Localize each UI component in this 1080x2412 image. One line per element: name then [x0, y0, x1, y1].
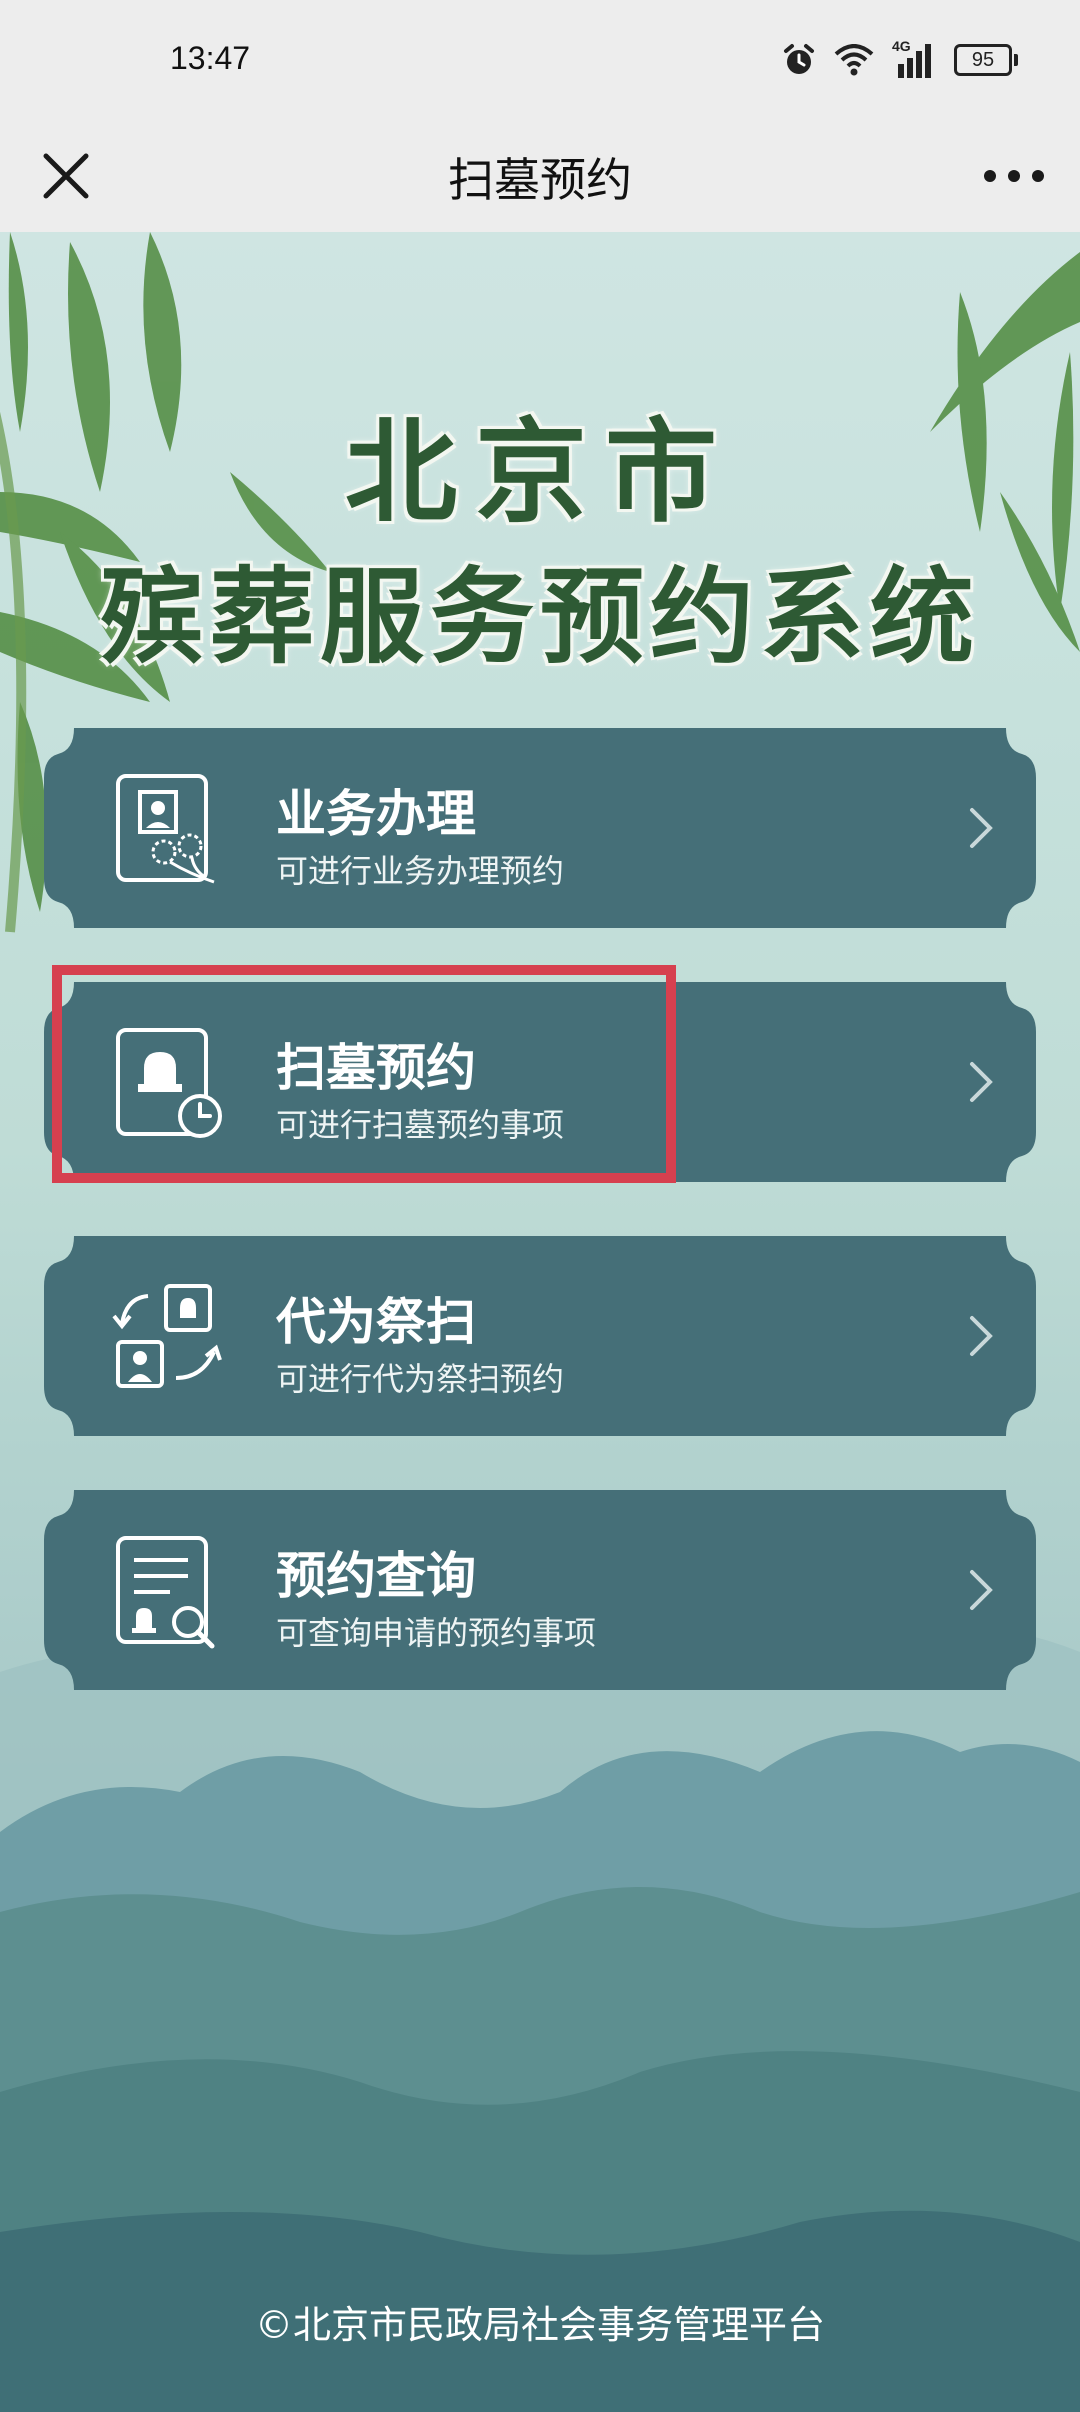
menu-card-subtitle: 可进行业务办理预约 — [276, 852, 565, 890]
status-icons: 4G 95 — [782, 38, 1018, 80]
document-search-icon — [116, 1536, 215, 1649]
alarm-icon — [784, 44, 814, 74]
chevron-right-icon — [970, 1570, 993, 1610]
more-icon[interactable] — [976, 142, 1052, 210]
proxy-exchange-icon — [112, 1284, 222, 1388]
hero-title-city: 北京市 — [345, 407, 735, 538]
chevron-right-icon — [970, 808, 993, 848]
chevron-right-icon — [970, 1316, 993, 1356]
main-content: 北京市 殡葬服务预约系统 业务办理 可进行业务办理预约 扫墓预约 可进行扫墓预约… — [0, 232, 1080, 2412]
menu-card-proxy-sweeping[interactable]: 代为祭扫 可进行代为祭扫预约 — [44, 1236, 1036, 1436]
menu-card-title: 代为祭扫 — [276, 1293, 476, 1351]
menu-card-subtitle: 可查询申请的预约事项 — [276, 1614, 597, 1652]
signal-icon: 4G — [892, 38, 936, 78]
menu-card-title: 业务办理 — [276, 785, 476, 843]
chevron-right-icon — [970, 1062, 993, 1102]
hero-title-system: 殡葬服务预约系统 — [99, 555, 980, 678]
battery-icon: 95 — [954, 44, 1018, 76]
menu-card-title: 预约查询 — [276, 1547, 476, 1605]
highlight-box — [52, 965, 676, 1183]
footer-copyright: ©北京市民政局社会事务管理平台 — [254, 2303, 825, 2347]
menu-card-business[interactable]: 业务办理 可进行业务办理预约 — [44, 728, 1036, 928]
battery-level: 95 — [954, 44, 1012, 76]
nav-bar: 扫墓预约 — [0, 120, 1080, 232]
wifi-icon — [834, 44, 874, 76]
menu-card-booking-query[interactable]: 预约查询 可查询申请的预约事项 — [44, 1490, 1036, 1690]
status-bar: 13:47 4G 95 — [0, 0, 1080, 120]
document-flower-icon — [116, 774, 215, 884]
status-time: 13:47 — [170, 40, 251, 76]
menu-card-subtitle: 可进行代为祭扫预约 — [276, 1360, 565, 1398]
page-title: 扫墓预约 — [448, 153, 632, 207]
